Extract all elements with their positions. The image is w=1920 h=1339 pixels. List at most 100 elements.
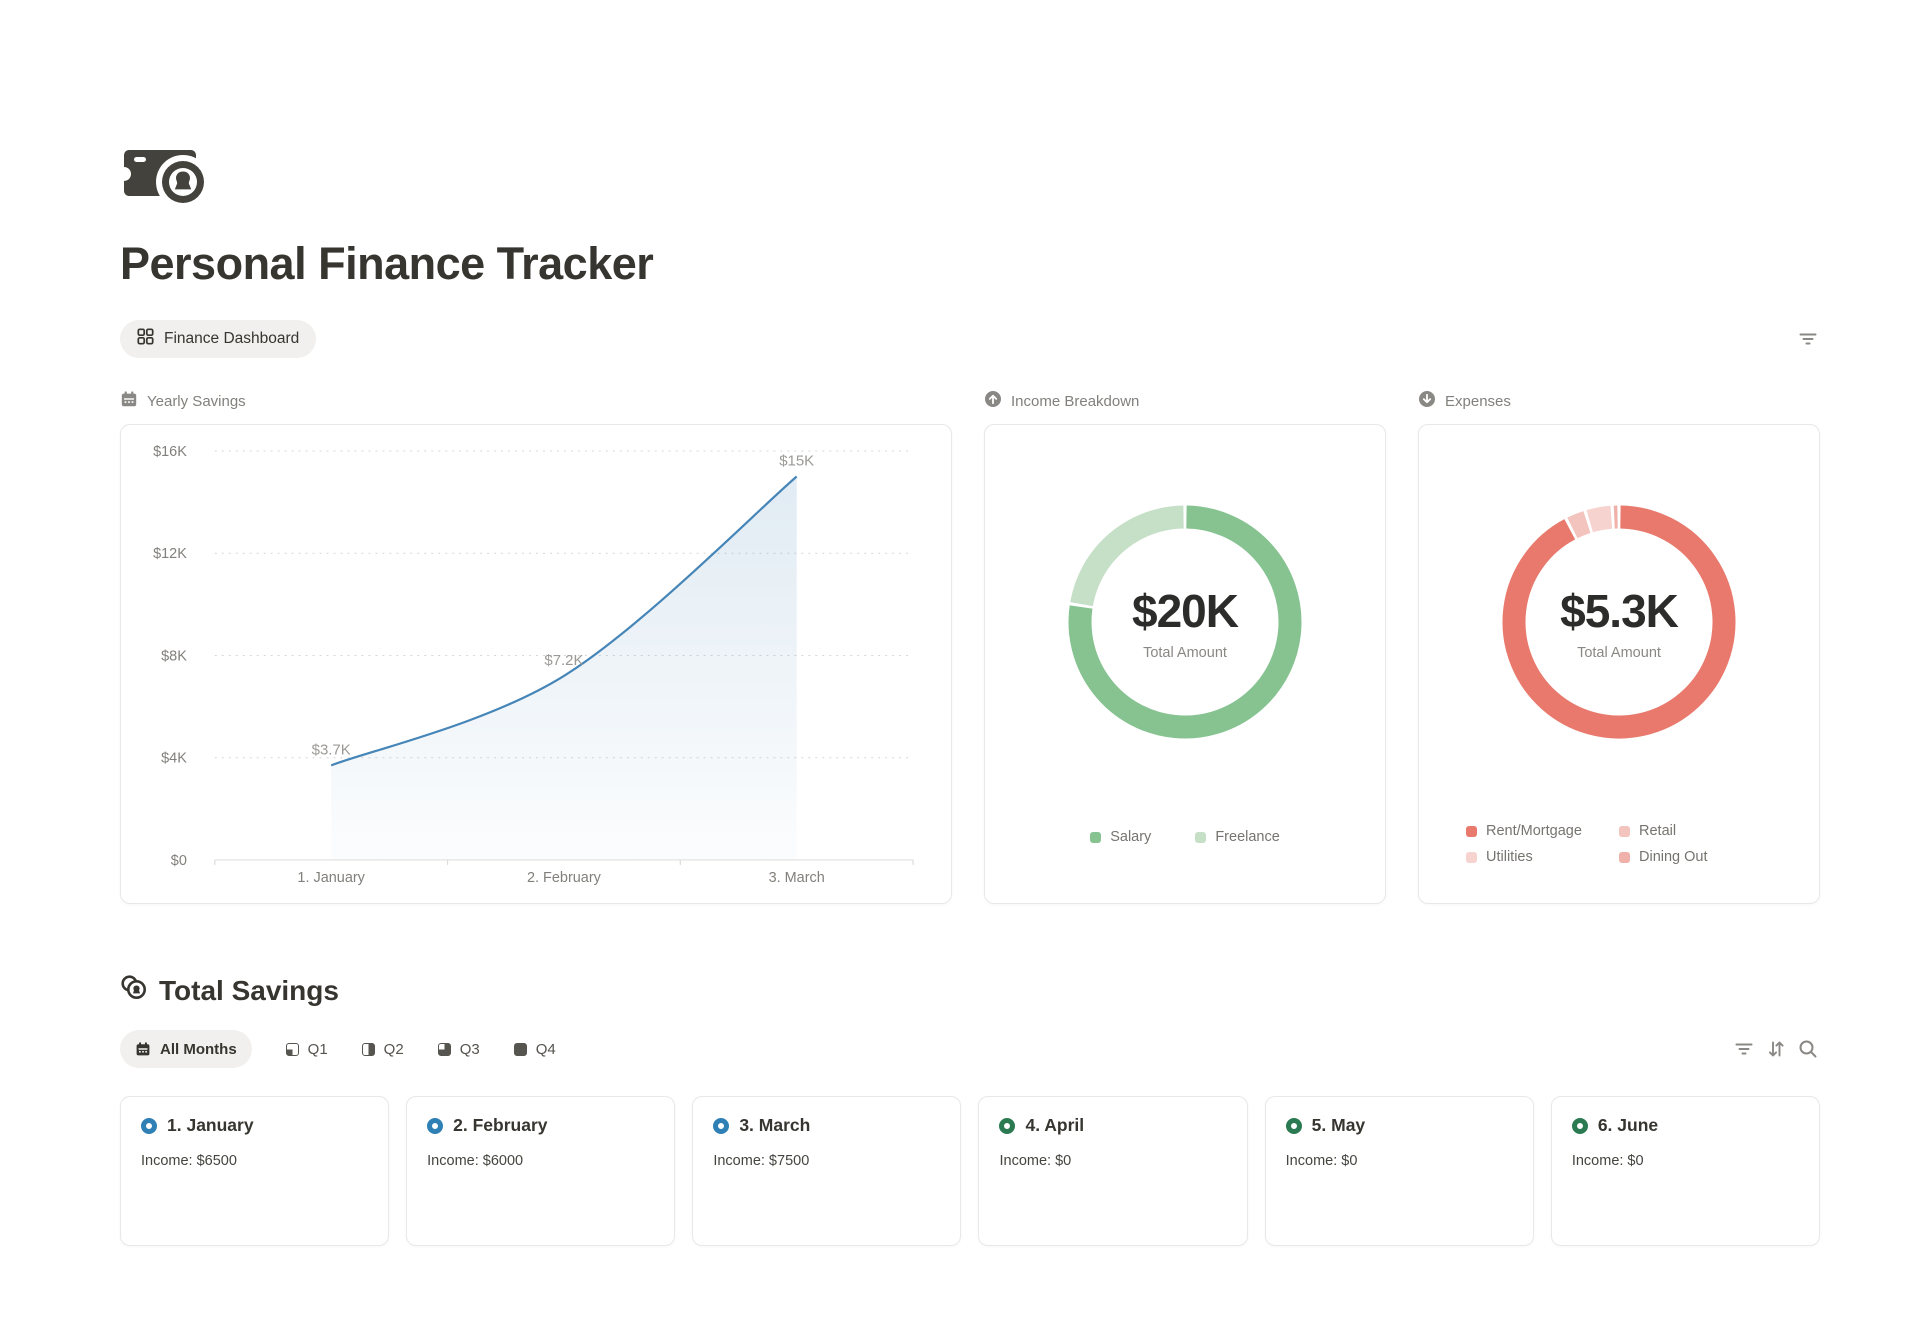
month-card-title-row: 5. May [1286, 1115, 1513, 1136]
month-status-dot-icon [713, 1118, 729, 1134]
total-savings-filter-row: All Months Q1 Q2 Q3 Q4 [120, 1030, 1820, 1068]
legend-item: Salary [1090, 829, 1151, 845]
legend-label: Utilities [1486, 849, 1533, 865]
month-card[interactable]: 1. JanuaryIncome: $6500 [120, 1096, 389, 1246]
filter-icon[interactable] [1732, 1037, 1756, 1061]
svg-text:2. February: 2. February [527, 870, 602, 886]
month-card-title-row: 4. April [999, 1115, 1226, 1136]
filter-tab-q2[interactable]: Q2 [362, 1041, 404, 1058]
filter-tab-q4[interactable]: Q4 [514, 1041, 556, 1058]
total-savings-heading: Total Savings [120, 974, 1820, 1008]
month-card-title: 1. January [167, 1115, 254, 1136]
expenses-panel: Expenses $5.3K Total Amount Rent/Mortgag… [1418, 390, 1820, 904]
legend-item: Freelance [1195, 829, 1279, 845]
svg-text:3. March: 3. March [769, 870, 825, 886]
month-card[interactable]: 4. April Income: $0 [978, 1096, 1247, 1246]
svg-text:$0: $0 [171, 853, 187, 869]
quarter-2-icon [362, 1043, 375, 1056]
svg-text:1. January: 1. January [297, 870, 365, 886]
month-card-title: 2. February [453, 1115, 547, 1136]
income-donut-chart[interactable] [1062, 499, 1308, 745]
svg-text:$12K: $12K [153, 546, 187, 562]
month-filters: All Months Q1 Q2 Q3 Q4 [120, 1030, 556, 1068]
legend-label: Salary [1110, 829, 1151, 845]
sort-icon[interactable] [1764, 1037, 1788, 1061]
legend-item: Utilities [1466, 849, 1619, 865]
money-icon[interactable] [120, 140, 220, 210]
svg-text:$3.7K: $3.7K [312, 741, 351, 758]
month-card-title-row: 3. March [713, 1115, 940, 1136]
month-card-income: Income: $0 [1572, 1153, 1799, 1169]
legend-swatch-icon [1466, 826, 1477, 837]
expenses-donut-card: $5.3K Total Amount Rent/MortgageRetailUt… [1418, 424, 1820, 904]
dashboard-grid: Yearly Savings $0$4K$8K$12K$16K$3.7K$7.2… [120, 390, 1820, 904]
total-savings-toolbar [1732, 1037, 1820, 1061]
legend-label: Dining Out [1639, 849, 1708, 865]
quarter-1-icon [286, 1043, 299, 1056]
month-status-dot-icon [141, 1118, 157, 1134]
income-legend: Salary Freelance [985, 829, 1385, 845]
legend-item: Dining Out [1619, 849, 1772, 865]
dashboard-grid-icon [137, 328, 154, 350]
legend-swatch-icon [1090, 832, 1101, 843]
month-card[interactable]: 5. May Income: $0 [1265, 1096, 1534, 1246]
svg-text:$4K: $4K [161, 751, 187, 767]
income-breakdown-panel: Income Breakdown $20K Total Amount Salar… [984, 390, 1386, 904]
filter-tab-label: Q3 [460, 1041, 480, 1058]
legend-swatch-icon [1619, 852, 1630, 863]
panel-label: Income Breakdown [1011, 393, 1139, 410]
month-card-title-row: 2. February [427, 1115, 654, 1136]
svg-text:$15K: $15K [779, 453, 814, 470]
month-card-income: Income: $0 [999, 1153, 1226, 1169]
month-card-title-row: 1. January [141, 1115, 368, 1136]
quarter-4-icon [514, 1043, 527, 1056]
total-savings-title[interactable]: Total Savings [159, 975, 339, 1007]
legend-swatch-icon [1195, 832, 1206, 843]
panel-label: Yearly Savings [147, 393, 246, 410]
yearly-savings-line-chart[interactable]: $0$4K$8K$12K$16K$3.7K$7.2K$15K1. January… [135, 433, 937, 890]
panel-title-yearly-savings[interactable]: Yearly Savings [120, 390, 952, 412]
month-card[interactable]: 3. March Income: $7500 [692, 1096, 961, 1246]
search-icon[interactable] [1796, 1037, 1820, 1061]
filter-tab-all-months[interactable]: All Months [120, 1030, 252, 1068]
panel-title-income-breakdown[interactable]: Income Breakdown [984, 390, 1386, 412]
view-tab-label: Finance Dashboard [164, 330, 299, 348]
month-card-title: 3. March [739, 1115, 810, 1136]
yearly-savings-panel: Yearly Savings $0$4K$8K$12K$16K$3.7K$7.2… [120, 390, 952, 904]
month-card-title-row: 6. June [1572, 1115, 1799, 1136]
panel-label: Expenses [1445, 393, 1511, 410]
arrow-down-circle-icon [1418, 390, 1436, 412]
view-tab-row: Finance Dashboard [120, 320, 1820, 358]
month-card-income: Income: $7500 [713, 1153, 940, 1169]
filter-tab-q1[interactable]: Q1 [286, 1041, 328, 1058]
month-status-dot-icon [999, 1118, 1015, 1134]
month-card-title: 4. April [1025, 1115, 1084, 1136]
filter-tab-q3[interactable]: Q3 [438, 1041, 480, 1058]
legend-label: Rent/Mortgage [1486, 823, 1582, 839]
page: Personal Finance Tracker Finance Dashboa… [120, 140, 1820, 1246]
month-card-income: Income: $0 [1286, 1153, 1513, 1169]
month-card-title: 5. May [1312, 1115, 1366, 1136]
income-donut-card: $20K Total Amount SalaryFreelance [984, 424, 1386, 904]
expenses-legend: Rent/Mortgage Retail Utilities Dining Out [1419, 823, 1819, 865]
filter-tab-label: All Months [160, 1041, 237, 1058]
filter-tab-label: Q4 [536, 1041, 556, 1058]
calendar-icon [120, 390, 138, 412]
expenses-donut-chart[interactable] [1496, 499, 1742, 745]
month-card[interactable]: 2. FebruaryIncome: $6000 [406, 1096, 675, 1246]
legend-label: Retail [1639, 823, 1676, 839]
month-card[interactable]: 6. June Income: $0 [1551, 1096, 1820, 1246]
legend-label: Freelance [1215, 829, 1279, 845]
tab-finance-dashboard[interactable]: Finance Dashboard [120, 320, 316, 358]
month-status-dot-icon [1286, 1118, 1302, 1134]
filter-tab-label: Q1 [308, 1041, 328, 1058]
panel-title-expenses[interactable]: Expenses [1418, 390, 1820, 412]
legend-swatch-icon [1466, 852, 1477, 863]
svg-text:$8K: $8K [161, 648, 187, 664]
coins-icon [120, 974, 147, 1008]
month-status-dot-icon [427, 1118, 443, 1134]
svg-text:$7.2K: $7.2K [544, 652, 583, 669]
page-title[interactable]: Personal Finance Tracker [120, 238, 1820, 290]
filter-tab-label: Q2 [384, 1041, 404, 1058]
filter-icon[interactable] [1796, 327, 1820, 351]
